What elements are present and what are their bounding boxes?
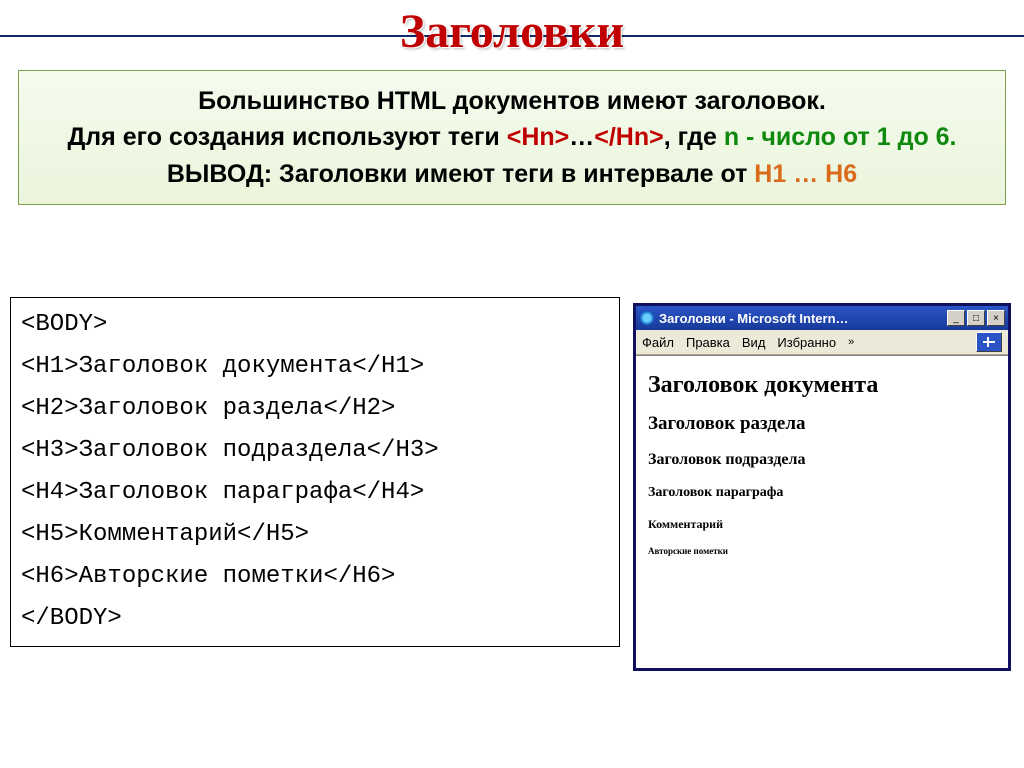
rendered-h6: Авторские пометки xyxy=(648,546,996,556)
chevron-right-icon[interactable]: » xyxy=(848,336,854,348)
slide: Заголовки Большинство HTML документов им… xyxy=(0,0,1024,768)
titlebar-left: Заголовки - Microsoft Intern… xyxy=(640,311,849,326)
explain-line-3: ВЫВОД: Заголовки имеют теги в интервале … xyxy=(35,156,989,192)
code-line: <H4>Заголовок параграфа</H4> xyxy=(21,472,609,514)
window-controls: _ □ × xyxy=(947,310,1005,326)
close-button[interactable]: × xyxy=(987,310,1005,326)
code-line: <H2>Заголовок раздела</H2> xyxy=(21,388,609,430)
browser-menubar: Файл Правка Вид Избранно » xyxy=(636,330,1008,355)
explain-line-2: Для его создания используют теги <Hn>…</… xyxy=(35,119,989,155)
code-line: </BODY> xyxy=(21,598,609,640)
tag-open: <Hn> xyxy=(507,123,570,151)
window-title-text: Заголовки - Microsoft Intern… xyxy=(659,311,849,326)
code-line: <H5>Комментарий</H5> xyxy=(21,514,609,556)
rendered-h3: Заголовок подраздела xyxy=(648,451,996,469)
explain-line-1: Большинство HTML документов имеют заголо… xyxy=(35,83,989,119)
rendered-h4: Заголовок параграфа xyxy=(648,485,996,501)
minimize-button[interactable]: _ xyxy=(947,310,965,326)
page-title: Заголовки xyxy=(0,4,1024,59)
conclusion-label: ВЫВОД xyxy=(167,160,264,188)
ie-throbber-icon xyxy=(976,332,1002,352)
explain-text: … xyxy=(569,123,594,151)
explain-text: - число от 1 до 6. xyxy=(739,123,956,151)
code-example-box: <BODY> <H1>Заголовок документа</H1> <H2>… xyxy=(10,297,620,647)
code-line: <H1>Заголовок документа</H1> xyxy=(21,346,609,388)
rendered-h1: Заголовок документа xyxy=(648,372,996,399)
browser-content: Заголовок документа Заголовок раздела За… xyxy=(636,355,1008,668)
menu-view[interactable]: Вид xyxy=(742,335,766,350)
explain-text: , где xyxy=(664,123,724,151)
code-line: <BODY> xyxy=(21,304,609,346)
browser-titlebar: Заголовки - Microsoft Intern… _ □ × xyxy=(636,306,1008,330)
maximize-button[interactable]: □ xyxy=(967,310,985,326)
menu-edit[interactable]: Правка xyxy=(686,335,730,350)
code-line: <H6>Авторские пометки</H6> xyxy=(21,556,609,598)
explanation-box: Большинство HTML документов имеют заголо… xyxy=(18,70,1006,205)
menu-favorites[interactable]: Избранно xyxy=(777,335,836,350)
tag-close: </Hn> xyxy=(594,123,663,151)
interval-text: H1 … H6 xyxy=(754,160,857,188)
browser-window: Заголовки - Microsoft Intern… _ □ × Файл… xyxy=(633,303,1011,671)
rendered-h5: Комментарий xyxy=(648,517,996,532)
explain-text: Большинство HTML документов имеют заголо… xyxy=(198,87,826,115)
rendered-h2: Заголовок раздела xyxy=(648,413,996,435)
explain-text: Для его создания используют теги xyxy=(67,123,506,151)
menu-file[interactable]: Файл xyxy=(642,335,674,350)
code-line: <H3>Заголовок подраздела</H3> xyxy=(21,430,609,472)
explain-text: : Заголовки имеют теги в интервале от xyxy=(264,160,755,188)
ie-icon xyxy=(640,311,654,325)
n-letter: n xyxy=(724,123,739,151)
